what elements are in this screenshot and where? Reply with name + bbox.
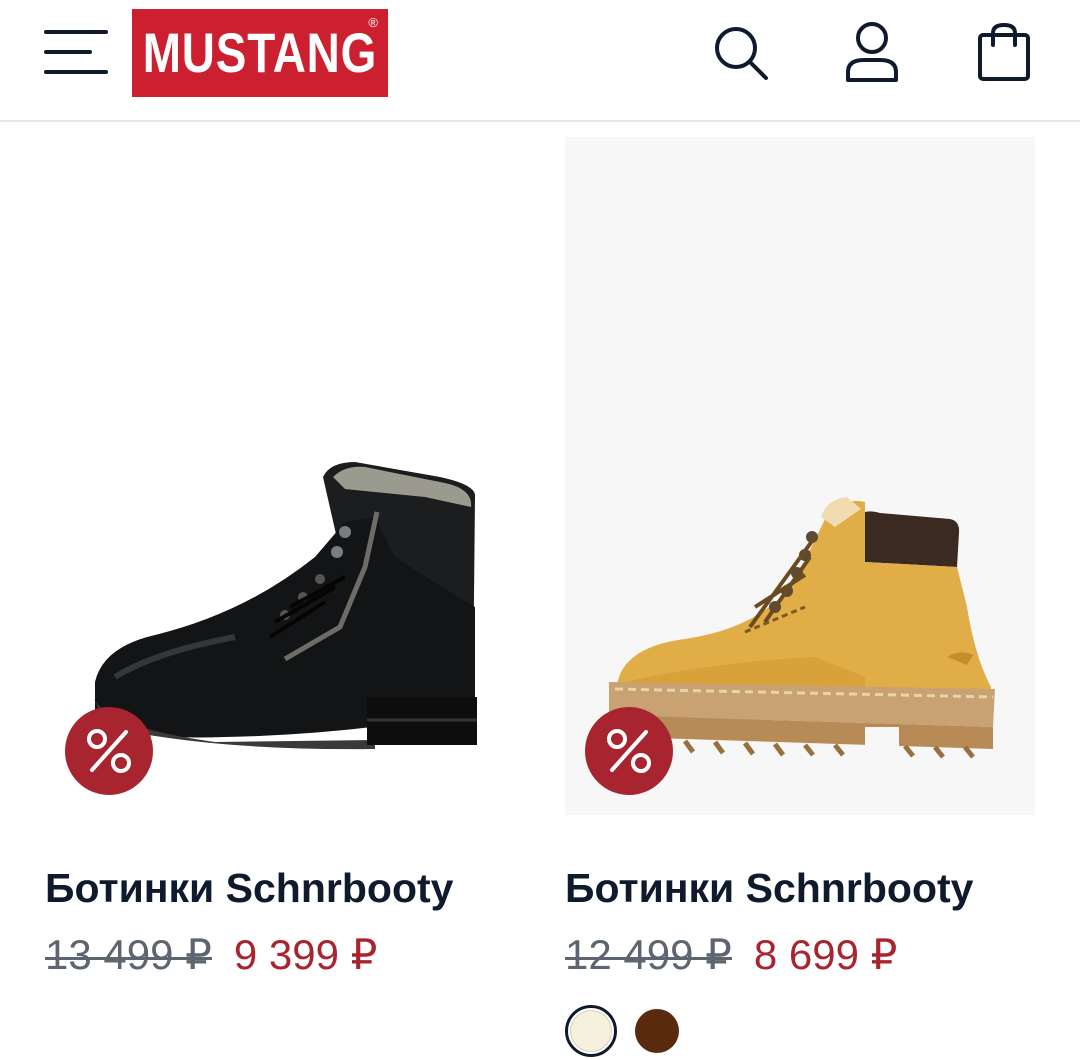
price-row: 12 499 ₽ 8 699 ₽: [565, 930, 897, 979]
color-swatches: [565, 1005, 679, 1057]
product-title[interactable]: Ботинки Schnrbooty: [565, 865, 973, 912]
registered-mark: ®: [368, 15, 378, 30]
product-image[interactable]: [565, 137, 1035, 815]
swatch-cream-fill: [570, 1010, 612, 1052]
sale-price: 9 399 ₽: [233, 931, 378, 978]
price-row: 13 499 ₽ 9 399 ₽: [45, 930, 377, 979]
percent-icon: [607, 729, 651, 773]
logo-text: MUSTANG: [142, 21, 378, 84]
cart-button[interactable]: [972, 20, 1036, 84]
mustang-logo[interactable]: MUSTANG ®: [132, 9, 388, 97]
percent-icon: [87, 729, 131, 773]
account-button[interactable]: [840, 20, 904, 84]
product-card[interactable]: Ботинки Schnrbooty 13 499 ₽ 9 399 ₽: [45, 137, 515, 978]
old-price: 13 499 ₽: [45, 931, 212, 978]
discount-badge: [585, 707, 673, 795]
swatch-brown[interactable]: [635, 1009, 679, 1053]
search-button[interactable]: [708, 20, 772, 84]
search-icon: [715, 27, 768, 80]
swatch-cream[interactable]: [565, 1005, 617, 1057]
menu-icon: [44, 30, 108, 74]
sale-price: 8 699 ₽: [753, 931, 898, 978]
shopping-bag-icon: [978, 22, 1030, 81]
discount-badge: [65, 707, 153, 795]
product-title[interactable]: Ботинки Schnrbooty: [45, 865, 453, 912]
menu-button[interactable]: [44, 30, 108, 76]
product-image[interactable]: [45, 137, 515, 815]
site-header: MUSTANG ®: [0, 0, 1080, 122]
product-card[interactable]: Ботинки Schnrbooty 12 499 ₽ 8 699 ₽: [565, 137, 1035, 1057]
user-icon: [846, 22, 898, 82]
old-price: 12 499 ₽: [565, 931, 732, 978]
